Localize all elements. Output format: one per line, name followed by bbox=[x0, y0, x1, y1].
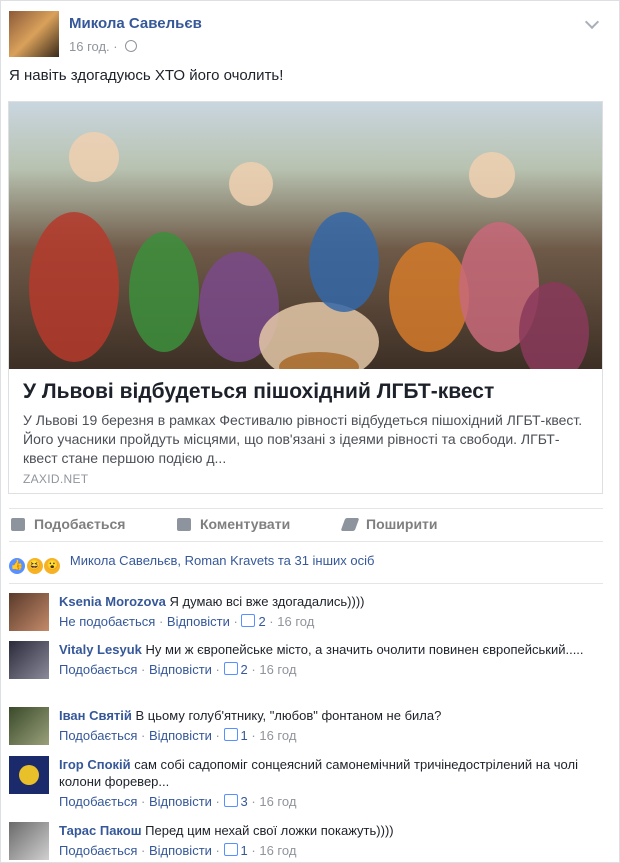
comment-reply-link[interactable]: Відповісти bbox=[149, 843, 212, 858]
comment-reply-link[interactable]: Відповісти bbox=[167, 614, 230, 629]
chevron-down-icon[interactable] bbox=[584, 14, 600, 30]
comment-button[interactable]: Коментувати bbox=[177, 516, 290, 532]
like-reaction-icon: 👍 bbox=[9, 558, 25, 574]
comment-like-link[interactable]: Подобається bbox=[59, 843, 137, 858]
post-time[interactable]: 16 год. bbox=[69, 39, 110, 54]
post-text: Я навіть здогадуюсь ХТО його очолить! bbox=[9, 67, 284, 84]
comment-like-link[interactable]: Подобається bbox=[59, 662, 137, 677]
meta-dot: · bbox=[113, 39, 118, 54]
commenter-name[interactable]: Ігор Спокій bbox=[59, 757, 131, 772]
comment-like-link[interactable]: Подобається bbox=[59, 794, 137, 809]
commenter-avatar[interactable] bbox=[9, 593, 49, 631]
comment-time[interactable]: 16 год bbox=[259, 728, 296, 743]
comment-footer: Подобається · Відповісти · 3 · 16 год bbox=[59, 794, 297, 809]
post-header: Микола Савельєв 16 год. · bbox=[9, 11, 611, 61]
post-meta: 16 год. · bbox=[69, 39, 138, 54]
like-count-icon bbox=[223, 843, 238, 856]
commenter-avatar[interactable] bbox=[9, 707, 49, 745]
lion-emblem-icon bbox=[9, 756, 49, 794]
comment-time[interactable]: 16 год bbox=[259, 662, 296, 677]
commenter-name[interactable]: Тарас Пакош bbox=[59, 823, 142, 838]
comment-footer: Не подобається · Відповісти · 2 · 16 год bbox=[59, 614, 315, 629]
like-count-icon bbox=[223, 728, 238, 741]
share-button[interactable]: Поширити bbox=[340, 516, 438, 532]
like-count-icon bbox=[223, 794, 238, 807]
globe-icon[interactable] bbox=[125, 40, 138, 52]
comment-time[interactable]: 16 год bbox=[277, 614, 314, 629]
comment-footer: Подобається · Відповісти · 2 · 16 год bbox=[59, 662, 297, 677]
haha-reaction-icon: 😆 bbox=[26, 558, 43, 574]
like-count[interactable]: 3 bbox=[241, 794, 248, 809]
commenter-name[interactable]: Іван Святій bbox=[59, 708, 132, 723]
comment-reply-link[interactable]: Відповісти bbox=[149, 728, 212, 743]
wow-reaction-icon: 😮 bbox=[44, 558, 61, 574]
commenter-avatar[interactable] bbox=[9, 756, 49, 794]
like-count-icon bbox=[241, 614, 256, 627]
shared-link-title[interactable]: У Львові відбудеться пішохідний ЛГБТ-кве… bbox=[23, 380, 494, 404]
like-count[interactable]: 2 bbox=[258, 614, 265, 629]
commenter-name[interactable]: Ksenia Morozova bbox=[59, 594, 166, 609]
comment-text: Перед цим нехай свої ложки покажуть)))) bbox=[145, 823, 394, 838]
like-count[interactable]: 1 bbox=[241, 728, 248, 743]
divider bbox=[9, 583, 603, 584]
like-button[interactable]: Подобається bbox=[11, 516, 125, 532]
commenter-name[interactable]: Vitaly Lesyuk bbox=[59, 642, 142, 657]
shared-link-card[interactable]: У Львові відбудеться пішохідний ЛГБТ-кве… bbox=[8, 101, 603, 494]
comment-text: сам собі садопоміг сонцеясний самонемічн… bbox=[59, 757, 578, 789]
commenter-avatar[interactable] bbox=[9, 822, 49, 860]
shared-link-source: ZAXID.NET bbox=[23, 472, 89, 486]
comment-footer: Подобається · Відповісти · 1 · 16 год bbox=[59, 728, 297, 743]
comment-time[interactable]: 16 год bbox=[259, 843, 296, 858]
comment-like-link[interactable]: Подобається bbox=[59, 728, 137, 743]
comment-text: Ну ми ж європейське місто, а значить очо… bbox=[145, 642, 584, 657]
comment-text: Я думаю всі вже здогадались)))) bbox=[169, 594, 365, 609]
shared-link-image[interactable] bbox=[9, 102, 602, 369]
comment-text: В цьому голуб'ятнику, "любов" фонтаном н… bbox=[135, 708, 442, 723]
comment-reply-link[interactable]: Відповісти bbox=[149, 794, 212, 809]
comment-time[interactable]: 16 год bbox=[259, 794, 296, 809]
reactions-summary[interactable]: 👍 😆 😮 Микола Савельєв, Roman Kravets та … bbox=[9, 553, 374, 574]
commenter-avatar[interactable] bbox=[9, 641, 49, 679]
share-arrow-icon bbox=[340, 518, 360, 531]
author-name[interactable]: Микола Савельєв bbox=[69, 15, 202, 32]
reactions-names[interactable]: Микола Савельєв, Roman Kravets та 31 інш… bbox=[70, 553, 375, 568]
post-card: Микола Савельєв 16 год. · Я навіть здога… bbox=[0, 0, 620, 863]
like-count[interactable]: 2 bbox=[241, 662, 248, 677]
comment-icon bbox=[177, 518, 191, 531]
like-count-icon bbox=[223, 662, 238, 675]
comment-like-link[interactable]: Не подобається bbox=[59, 614, 155, 629]
comment-footer: Подобається · Відповісти · 1 · 16 год bbox=[59, 843, 297, 858]
like-count[interactable]: 1 bbox=[241, 843, 248, 858]
shared-link-description: У Львові 19 березня в рамках Фестивалю р… bbox=[23, 412, 583, 466]
author-avatar[interactable] bbox=[9, 11, 59, 57]
action-bar: Подобається Коментувати Поширити bbox=[9, 508, 603, 542]
comment-reply-link[interactable]: Відповісти bbox=[149, 662, 212, 677]
thumbs-up-icon bbox=[11, 518, 25, 531]
